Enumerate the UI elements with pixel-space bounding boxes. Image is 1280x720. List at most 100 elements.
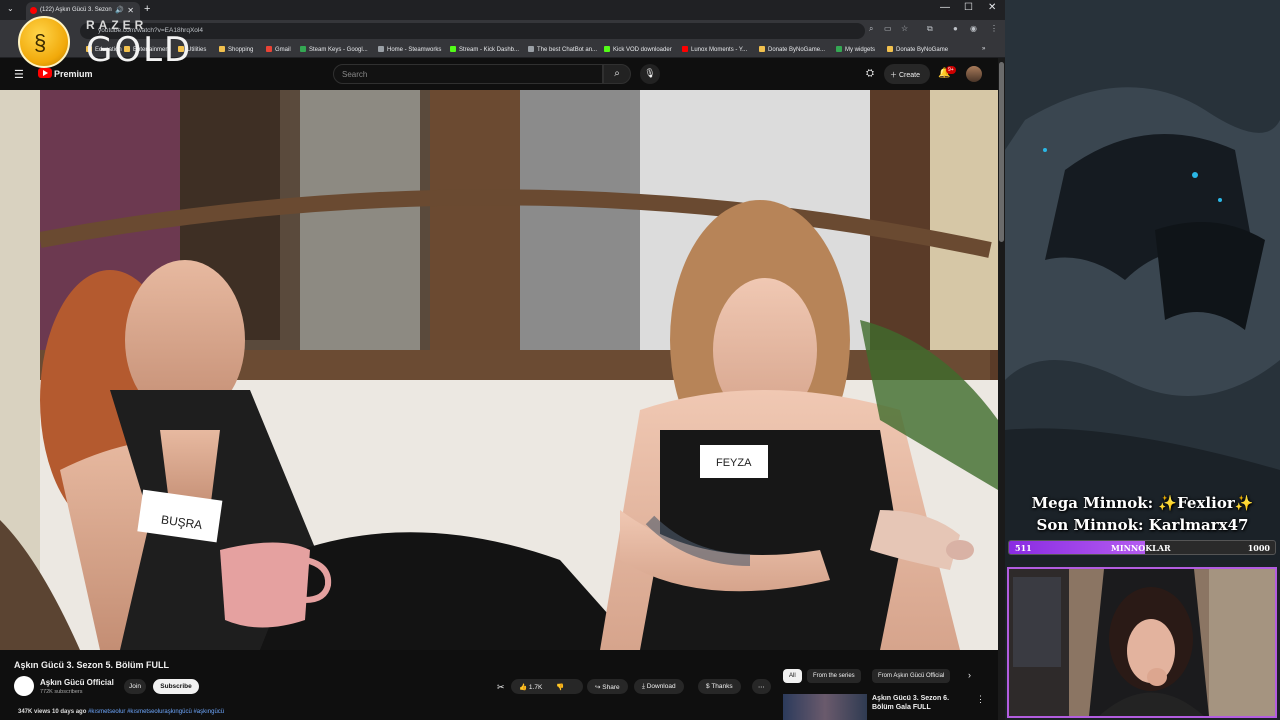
tab-bar: ⌄ (122) Aşkın Gücü 3. Sezon 🔊 ✕ + — ☐ ✕	[0, 0, 1005, 20]
bookmark-label: The best ChatBot an...	[537, 47, 598, 53]
share-icon: ↪	[595, 684, 601, 691]
account-icon[interactable]: ◉	[970, 24, 977, 33]
star-icon[interactable]: ☆	[901, 24, 908, 33]
recommended-thumbnail[interactable]	[783, 694, 867, 720]
tab-search-icon[interactable]: ⌄	[7, 4, 14, 13]
close-tab-icon[interactable]: ✕	[127, 6, 134, 15]
name-tag-right: FEYZA	[716, 457, 752, 469]
speaker-icon[interactable]: 🔊	[115, 6, 124, 14]
cast-icon[interactable]: ▭	[884, 24, 892, 33]
bookmark-label: Donate ByNoGame...	[768, 47, 826, 53]
scrollbar-thumb[interactable]	[999, 62, 1004, 242]
more-actions-button[interactable]: ⋯	[752, 679, 771, 694]
join-button[interactable]: Join	[124, 679, 146, 694]
zoom-icon[interactable]: ⌕	[869, 24, 873, 34]
browser-window: ⌄ (122) Aşkın Gücü 3. Sezon 🔊 ✕ + — ☐ ✕ …	[0, 0, 1005, 720]
bookmark-item[interactable]: Donate ByNoGame...	[759, 46, 825, 53]
dislike-icon[interactable]: 👎	[556, 684, 564, 691]
bookmark-icon	[604, 46, 610, 52]
bookmark-icon	[836, 46, 842, 52]
chip-from-series[interactable]: From the series	[807, 669, 861, 683]
chip-from-channel[interactable]: From Aşkın Gücü Official	[872, 669, 951, 683]
webcam-feed	[1007, 567, 1277, 718]
bookmark-icon	[300, 46, 306, 52]
new-tab-icon[interactable]: +	[144, 3, 150, 15]
video-description[interactable]: 347K views 10 days ago #kısmetseolur #kı…	[18, 709, 224, 715]
bookmark-label: My widgets	[845, 47, 876, 53]
dragon-background	[1005, 0, 1280, 560]
goal-current: 511	[1015, 543, 1032, 553]
bookmark-label: Stream - Kick Dashb...	[459, 47, 520, 53]
tab-title: (122) Aşkın Gücü 3. Sezon	[40, 7, 112, 13]
search-button[interactable]: ⌕	[603, 64, 631, 84]
channel-subscribers: 772K subscribers	[40, 689, 83, 695]
mega-minnok-text: Mega Minnok: ✨Fexlior✨	[1031, 494, 1254, 512]
bookmark-item[interactable]: Steam Keys - Googl...	[300, 46, 368, 53]
bookmark-item[interactable]: My widgets	[836, 46, 875, 53]
cast-video-icon[interactable]: ⛭	[866, 68, 874, 79]
clip-icon[interactable]: ✂	[497, 682, 505, 693]
bookmark-icon	[759, 46, 765, 52]
notification-badge: 9+	[946, 66, 956, 74]
view-count: 347K views	[18, 709, 51, 715]
gold-label: GOLD	[86, 30, 193, 70]
hashtags[interactable]: #kısmetseolur #kısmetseoluraşkıngücü #aş…	[88, 709, 224, 715]
search-input[interactable]: Search	[333, 64, 603, 84]
bookmark-item[interactable]: Kick VOD downloader	[604, 46, 672, 53]
bookmark-icon	[682, 46, 688, 52]
channel-avatar[interactable]	[14, 676, 34, 696]
bookmark-icon	[219, 46, 225, 52]
channel-name[interactable]: Aşkın Gücü Official	[40, 678, 114, 687]
chip-all[interactable]: All	[783, 669, 802, 683]
voice-search-button[interactable]: 🎙	[640, 64, 660, 84]
bookmark-label: Steam Keys - Googl...	[309, 47, 368, 53]
bookmark-icon	[266, 46, 272, 52]
bookmark-item[interactable]: Stream - Kick Dashb...	[450, 46, 519, 53]
youtube-premium-label[interactable]: Premium	[54, 69, 93, 79]
video-frame: BUŞRA FEYZA	[0, 90, 998, 650]
avatar[interactable]	[966, 66, 982, 82]
youtube-logo-icon[interactable]	[38, 68, 52, 78]
bookmark-item[interactable]: Lunox Moments - Y...	[682, 46, 747, 53]
hamburger-menu-icon[interactable]: ☰	[14, 68, 24, 81]
maximize-icon[interactable]: ☐	[964, 2, 973, 13]
create-button[interactable]: ＋ Create	[884, 64, 930, 84]
like-dislike-button[interactable]: 👍 1.7K 👎	[511, 679, 583, 694]
bookmark-icon	[887, 46, 893, 52]
bookmark-icon	[528, 46, 534, 52]
url-field[interactable]: youtube.com/watch?v=EA18hrqXol4	[80, 23, 865, 39]
recommended-more-icon[interactable]: ⋮	[976, 694, 985, 705]
menu-icon[interactable]: ⋮	[990, 24, 998, 33]
bookmark-label: Home - Steamworks	[387, 47, 442, 53]
like-icon[interactable]: 👍	[519, 684, 527, 691]
bookmark-icon	[378, 46, 384, 52]
minimize-icon[interactable]: —	[940, 2, 950, 13]
bookmark-label: Shopping	[228, 47, 254, 53]
download-icon: ⤓	[642, 683, 645, 690]
son-minnok-text: Son Minnok: Karlmarx47	[1036, 516, 1249, 534]
bookmark-item[interactable]: The best ChatBot an...	[528, 46, 597, 53]
thanks-button[interactable]: $ Thanks	[698, 679, 741, 694]
bookmark-item[interactable]: Shopping	[219, 46, 253, 53]
thanks-icon: $	[706, 683, 710, 690]
profile-icon[interactable]: ●	[953, 24, 958, 33]
bookmark-item[interactable]: Home - Steamworks	[378, 46, 441, 53]
download-button[interactable]: ⤓ Download	[634, 679, 684, 694]
video-player[interactable]: BUŞRA FEYZA	[0, 90, 998, 650]
bookmark-item[interactable]: Donate ByNoGame	[887, 46, 948, 53]
download-label: Download	[646, 683, 676, 690]
bookmarks-overflow-icon[interactable]: »	[982, 46, 985, 52]
bookmark-label: Kick VOD downloader	[613, 47, 672, 53]
subscribe-button[interactable]: Subscribe	[153, 679, 199, 694]
like-count: 1.7K	[528, 684, 543, 691]
recommended-title[interactable]: Aşkın Gücü 3. Sezon 6. Bölüm Gala FULL	[872, 694, 972, 712]
webcam-image	[1009, 569, 1275, 716]
bookmark-icon	[450, 46, 456, 52]
bookmark-item[interactable]: Gmail	[266, 46, 291, 53]
share-button[interactable]: ↪ Share	[587, 679, 628, 694]
youtube-favicon-icon	[30, 7, 37, 14]
extensions-icon[interactable]: ⧉	[927, 24, 933, 34]
chevron-right-icon[interactable]: ›	[968, 670, 971, 680]
goal-target: 1000	[1247, 543, 1270, 553]
close-window-icon[interactable]: ✕	[988, 2, 996, 13]
